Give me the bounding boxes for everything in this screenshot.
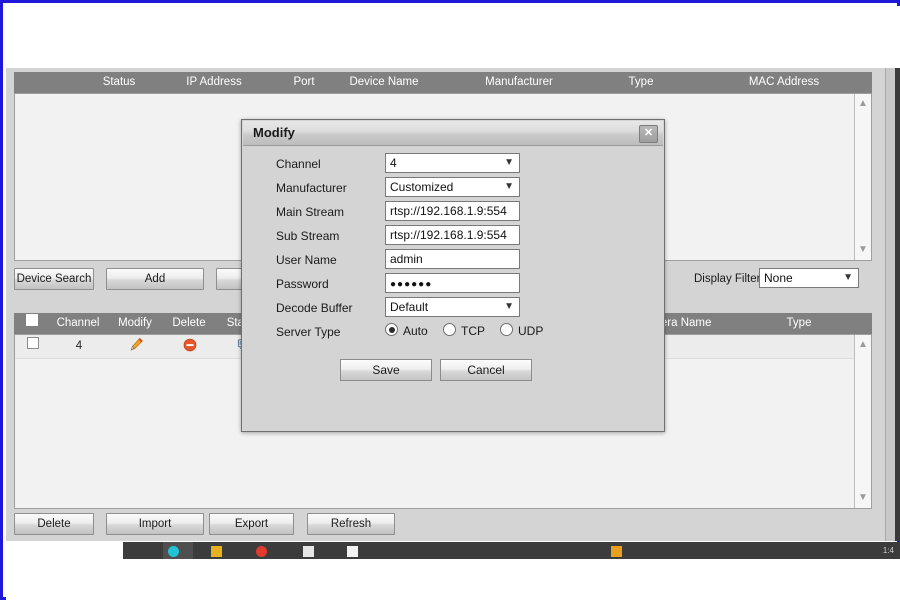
password-input[interactable]: ●●●●●●: [385, 273, 520, 293]
add-button[interactable]: Add: [106, 268, 204, 290]
record-icon[interactable]: [256, 546, 267, 557]
dialog-title-bar[interactable]: Modify ✕: [243, 121, 663, 146]
main-stream-label: Main Stream: [276, 201, 344, 223]
import-button[interactable]: Import: [106, 513, 204, 535]
scroll-down-icon[interactable]: ▼: [855, 490, 871, 506]
browser-blank-bottom-area: [6, 559, 900, 600]
radio-empty-icon: [500, 323, 513, 336]
field-main-stream: Main Stream rtsp://192.168.1.9:554: [242, 201, 664, 225]
os-taskbar: 1:4: [123, 542, 900, 559]
column-ip-address: IP Address: [164, 72, 264, 93]
field-user-name: User Name admin: [242, 249, 664, 273]
decode-buffer-value: Default: [390, 300, 428, 314]
browser-icon[interactable]: [168, 546, 179, 557]
password-label: Password: [276, 273, 329, 295]
device-list-scrollbar[interactable]: ▲ ▼: [854, 94, 871, 260]
sub-stream-value: rtsp://192.168.1.9:554: [390, 228, 507, 242]
channel-label: Channel: [276, 153, 321, 175]
refresh-button[interactable]: Refresh: [307, 513, 395, 535]
sub-stream-label: Sub Stream: [276, 225, 339, 247]
column-modify: Modify: [108, 313, 162, 334]
window-icon[interactable]: [347, 546, 358, 557]
radio-udp-label: UDP: [518, 324, 543, 338]
field-sub-stream: Sub Stream rtsp://192.168.1.9:554: [242, 225, 664, 249]
column-channel: Channel: [48, 313, 108, 334]
radio-selected-icon: [385, 323, 398, 336]
page-title: Modify: [253, 121, 295, 145]
user-name-value: admin: [390, 252, 423, 266]
select-all-checkbox[interactable]: [24, 313, 40, 334]
scroll-down-icon[interactable]: ▼: [855, 242, 871, 258]
radio-tcp-label: TCP: [461, 324, 485, 338]
scroll-up-icon[interactable]: ▲: [855, 96, 871, 112]
scroll-up-icon[interactable]: ▲: [855, 337, 871, 353]
browser-blank-top-area: [6, 6, 900, 68]
checkbox-icon: [27, 337, 39, 349]
manufacturer-value: Customized: [390, 180, 453, 194]
chevron-down-icon: ▼: [504, 178, 514, 196]
radio-empty-icon: [443, 323, 456, 336]
taskbar-clock: 1:4: [883, 543, 894, 558]
device-table-header: Status IP Address Port Device Name Manuf…: [14, 72, 872, 93]
column-type2: Type: [754, 313, 844, 334]
row-channel: 4: [49, 335, 109, 358]
main-stream-value: rtsp://192.168.1.9:554: [390, 204, 507, 218]
delete-button[interactable]: Delete: [14, 513, 94, 535]
channel-select[interactable]: 4 ▼: [385, 153, 520, 173]
field-password: Password ●●●●●●: [242, 273, 664, 297]
export-button[interactable]: Export: [209, 513, 294, 535]
field-server-type: Server Type Auto TCP UDP: [242, 321, 664, 345]
camera-list-scrollbar[interactable]: ▲ ▼: [854, 335, 871, 508]
user-name-input[interactable]: admin: [385, 249, 520, 269]
display-filter-select[interactable]: None ▼: [759, 268, 859, 288]
field-manufacturer: Manufacturer Customized ▼: [242, 177, 664, 201]
display-filter-value: None: [764, 271, 793, 285]
radio-auto[interactable]: Auto: [385, 321, 428, 341]
minus-circle-icon[interactable]: [163, 335, 217, 358]
chevron-down-icon: ▼: [504, 298, 514, 316]
close-icon[interactable]: ✕: [639, 125, 658, 143]
page-frame: Status IP Address Port Device Name Manuf…: [0, 0, 900, 600]
checkbox-icon: [26, 314, 38, 326]
column-type: Type: [596, 72, 686, 93]
save-button[interactable]: Save: [340, 359, 432, 381]
user-name-label: User Name: [276, 249, 337, 271]
manufacturer-label: Manufacturer: [276, 177, 347, 199]
manufacturer-select[interactable]: Customized ▼: [385, 177, 520, 197]
field-channel: Channel 4 ▼: [242, 153, 664, 177]
notify-icon[interactable]: [611, 546, 622, 557]
chevron-down-icon: ▼: [504, 154, 514, 172]
cancel-button[interactable]: Cancel: [440, 359, 532, 381]
channel-value: 4: [390, 156, 397, 170]
radio-auto-label: Auto: [403, 324, 428, 338]
radio-tcp[interactable]: TCP: [443, 321, 485, 341]
row-checkbox[interactable]: [25, 335, 41, 358]
pencil-icon[interactable]: [109, 335, 163, 358]
document-icon[interactable]: [303, 546, 314, 557]
chevron-down-icon: ▼: [843, 269, 853, 287]
modify-dialog: Modify ✕ Channel 4 ▼ Manufacturer Custom…: [241, 119, 665, 432]
sub-stream-input[interactable]: rtsp://192.168.1.9:554: [385, 225, 520, 245]
radio-udp[interactable]: UDP: [500, 321, 543, 341]
decode-buffer-label: Decode Buffer: [276, 297, 353, 319]
device-search-button[interactable]: Device Search: [14, 268, 94, 290]
column-manufacturer: Manufacturer: [454, 72, 584, 93]
folder-icon[interactable]: [211, 546, 222, 557]
main-stream-input[interactable]: rtsp://192.168.1.9:554: [385, 201, 520, 221]
column-device-name: Device Name: [324, 72, 444, 93]
window-edge-shadow: [895, 68, 900, 541]
server-type-label: Server Type: [276, 321, 340, 343]
column-mac-address: MAC Address: [714, 72, 854, 93]
column-delete: Delete: [162, 313, 216, 334]
display-filter-label: Display Filter: [694, 269, 760, 289]
column-status: Status: [74, 72, 164, 93]
password-value: ●●●●●●: [390, 279, 432, 290]
field-decode-buffer: Decode Buffer Default ▼: [242, 297, 664, 321]
decode-buffer-select[interactable]: Default ▼: [385, 297, 520, 317]
